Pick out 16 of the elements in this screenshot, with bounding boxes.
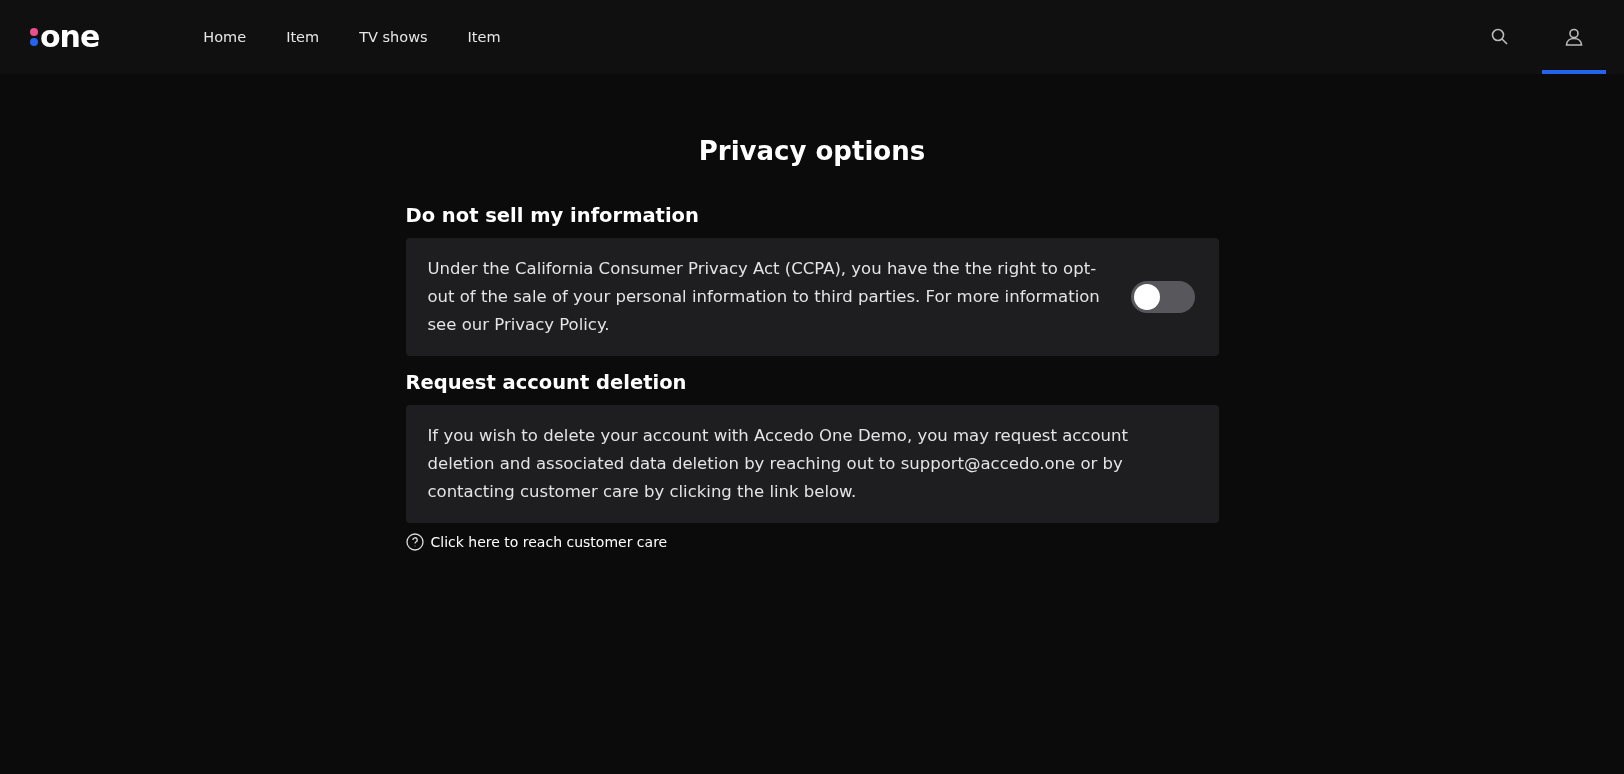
description-text: Under the California Consumer Privacy Act (CCPA), you have the the right to opt-out of the sale of your personal information to third parties. For more information see our Privacy Policy. xyxy=(427,258,1101,336)
search-icon xyxy=(1490,27,1510,47)
customer-care-link[interactable]: Click here to reach customer care xyxy=(405,533,668,551)
section-heading: Request account deletion xyxy=(405,371,688,394)
section-heading: Do not sell my information xyxy=(405,204,700,227)
logo-dots-icon xyxy=(30,28,38,46)
nav-link[interactable]: Item xyxy=(467,29,501,45)
toggle-switch[interactable] xyxy=(1130,281,1195,313)
nav-link[interactable]: Home xyxy=(203,29,247,45)
help-icon xyxy=(405,533,424,551)
user-icon xyxy=(1564,27,1584,47)
nav-link[interactable]: Item xyxy=(286,29,320,45)
page-title: Privacy options xyxy=(698,136,926,166)
description-text: If you wish to delete your account with Accedo One Demo, you may request account deletion and associated data deletion by reaching out to support@accedo.one or by contacting customer care by clicking the link below. xyxy=(427,425,1129,503)
logo-text: one xyxy=(40,22,100,52)
nav-link[interactable]: TV shows xyxy=(359,29,428,45)
